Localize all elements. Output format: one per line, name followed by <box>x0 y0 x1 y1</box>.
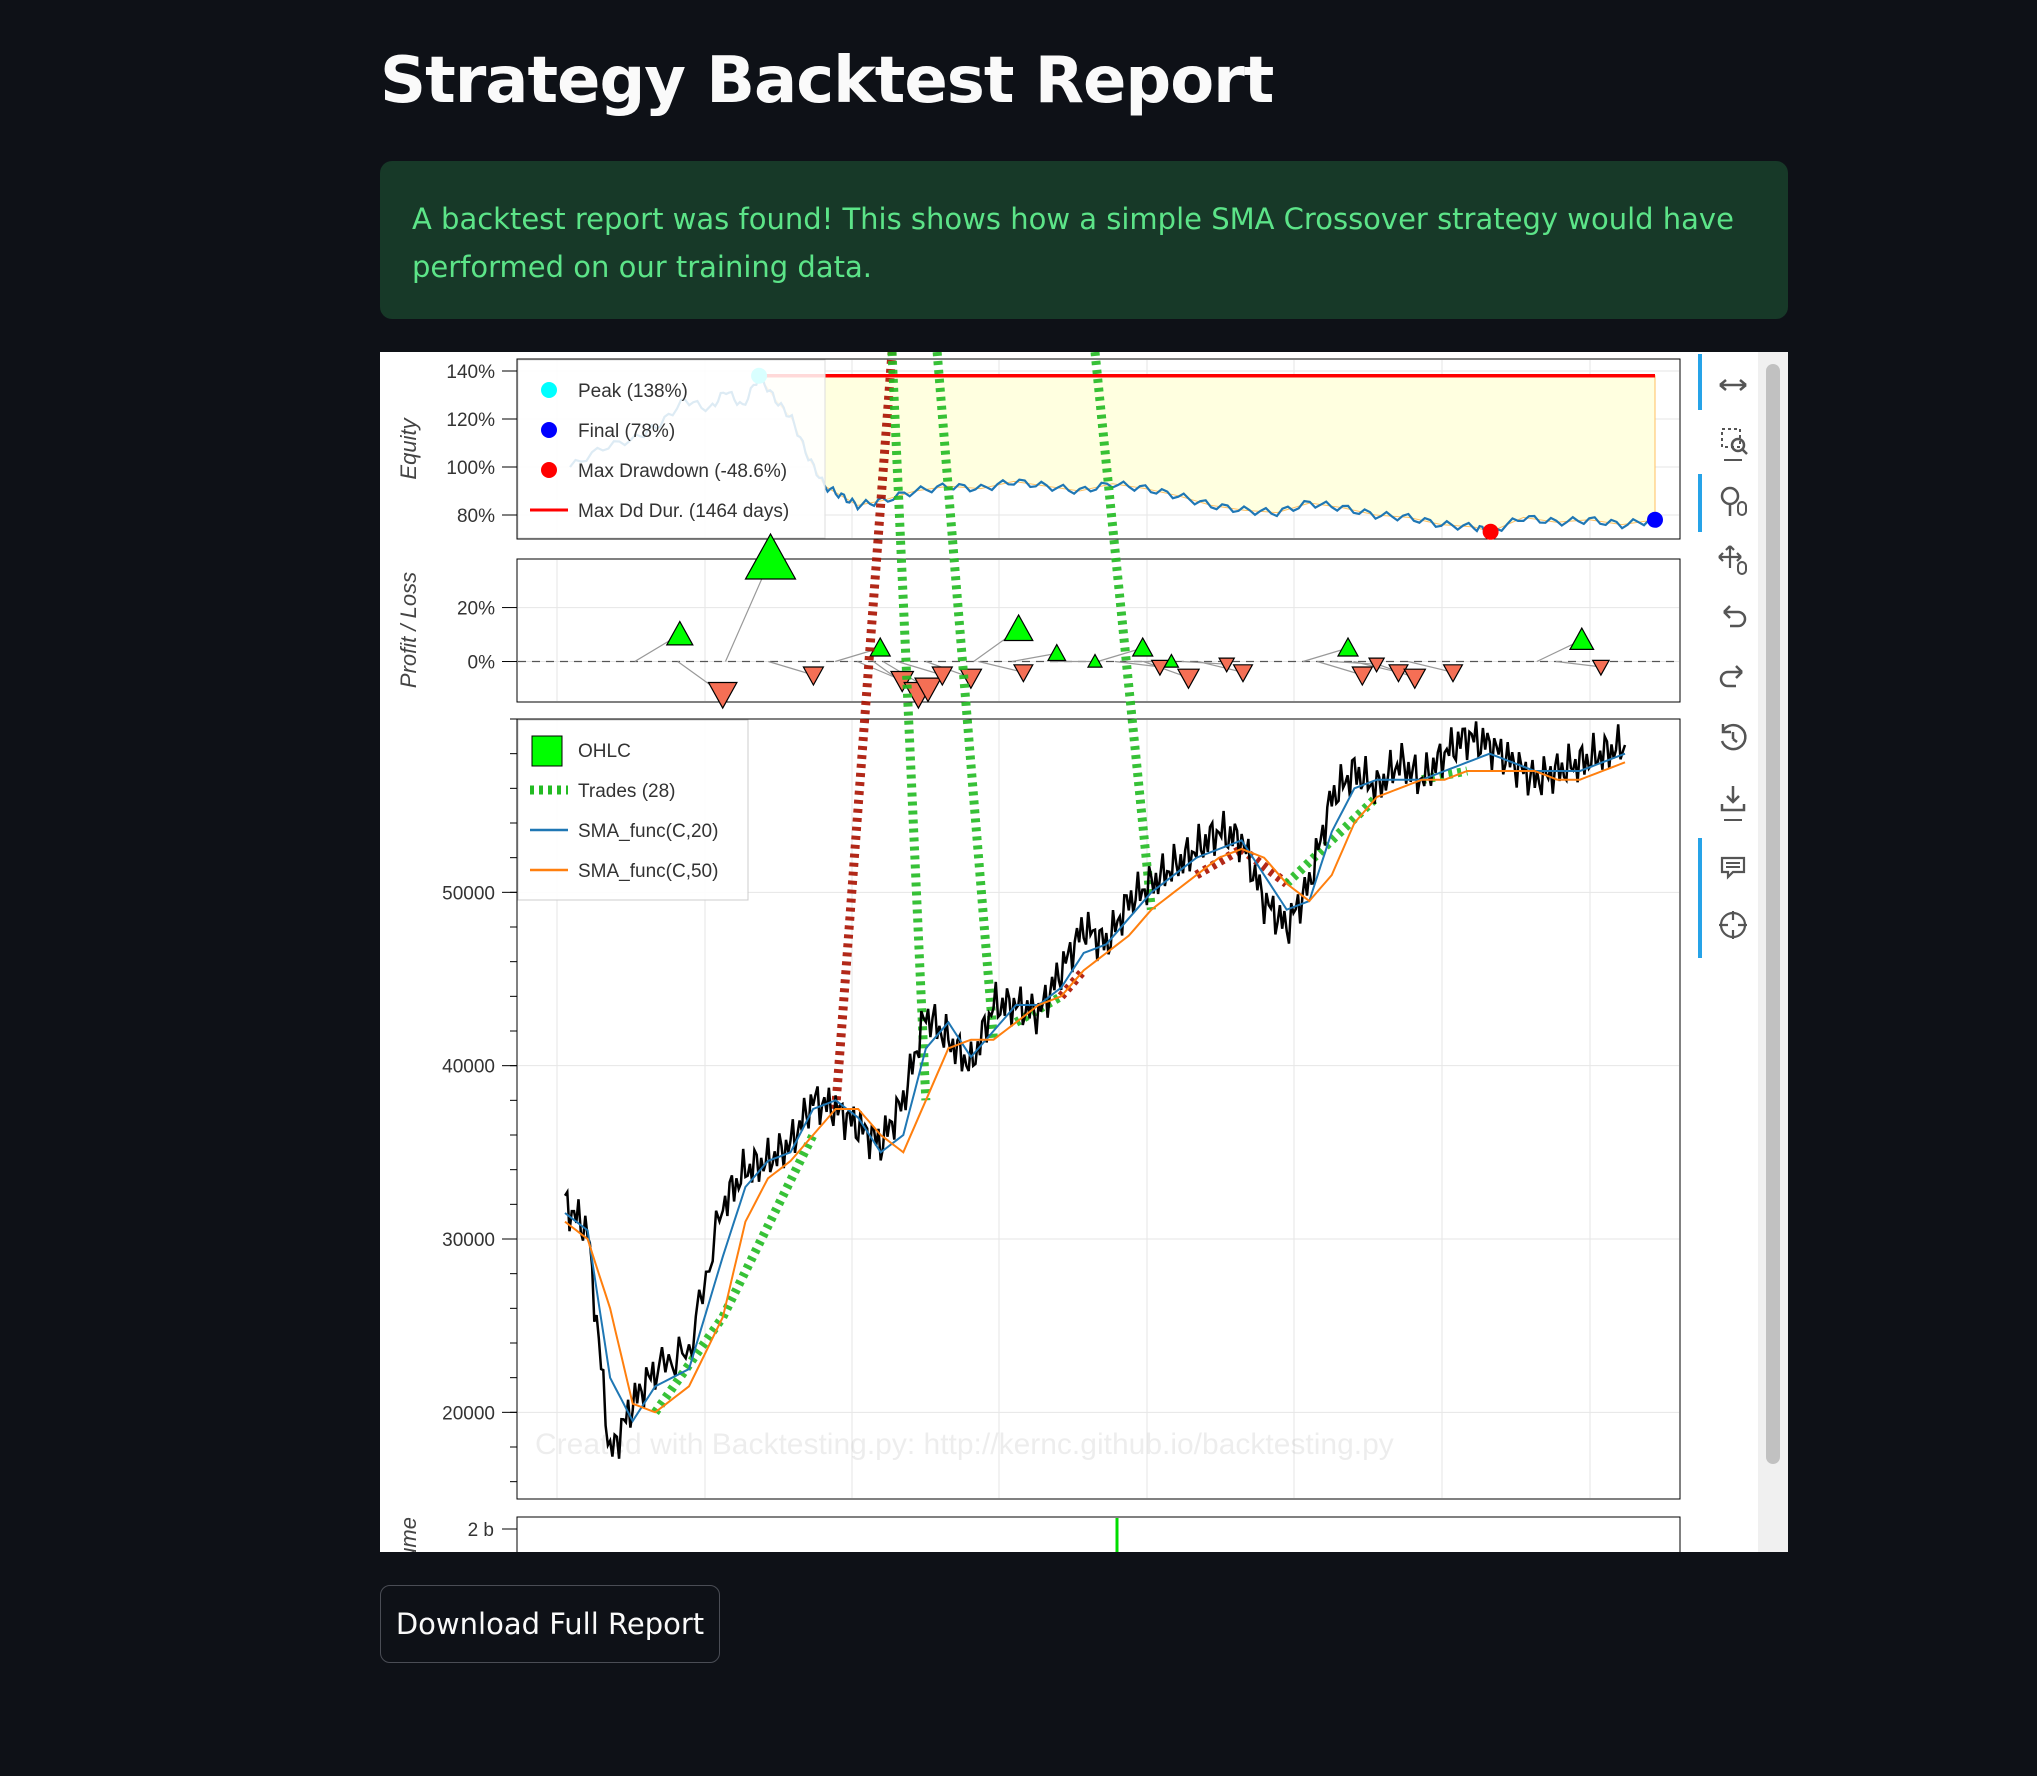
price-tick-label: 20000 <box>442 1403 495 1424</box>
success-alert: A backtest report was found! This shows … <box>380 161 1788 319</box>
equity-tick-label: 100% <box>446 458 495 479</box>
equity-panel: 80% 100% 120% 140% Equity Peak (138%) Final… <box>396 358 1681 540</box>
pl-panel: 0% 20% Profit / Loss <box>396 532 1681 710</box>
pl-tick-label: 0% <box>468 653 496 674</box>
backtest-chart[interactable]: 80% 100% 120% 140% Equity Peak (138%) Final… <box>380 352 1698 1552</box>
legend-dd-duration: Max Dd Dur. (1464 days) <box>578 501 789 522</box>
price-tick-label: 30000 <box>442 1230 495 1251</box>
max-drawdown-marker <box>1482 523 1499 540</box>
backtest-chart-frame: 80% 100% 120% 140% Equity Peak (138%) Final… <box>380 352 1788 1552</box>
iframe-scrollbar-thumb[interactable] <box>1766 364 1780 1464</box>
equity-tick-label: 140% <box>446 362 495 383</box>
price-tick-label: 40000 <box>442 1057 495 1078</box>
download-report-button[interactable]: Download Full Report <box>380 1585 720 1663</box>
legend-sma20: SMA_func(C,20) <box>578 821 718 842</box>
price-legend: OHLC Trades (28) SMA_func(C,20) SMA_func… <box>517 719 749 901</box>
legend-ohlc: OHLC <box>578 741 631 762</box>
watermark: Created with Backtesting.py: http://kern… <box>535 1428 1394 1461</box>
legend-ohlc-swatch <box>531 735 563 767</box>
alert-text: A backtest report was found! This shows … <box>412 202 1734 284</box>
volume-panel: 2 b Volume <box>396 1516 1681 1552</box>
legend-sma50: SMA_func(C,50) <box>578 861 718 882</box>
price-tick-label: 50000 <box>442 883 495 904</box>
final-marker <box>1647 511 1663 528</box>
volume-ytick: 2 b <box>468 1520 494 1541</box>
legend-maxdd-swatch <box>541 462 557 478</box>
trade-marker <box>744 532 797 580</box>
equity-tick-label: 80% <box>457 506 495 527</box>
legend-trades: Trades (28) <box>578 781 676 802</box>
equity-axis-label: Equity <box>396 416 421 479</box>
equity-tick-label: 120% <box>446 410 495 431</box>
pl-tick-label: 20% <box>457 599 495 620</box>
volume-axis-label: Volume <box>396 1517 421 1552</box>
legend-maxdd: Max Drawdown (-48.6%) <box>578 461 787 482</box>
equity-legend: Peak (138%) Final (78%) Max Drawdown (-4… <box>517 359 826 539</box>
legend-peak-swatch <box>541 382 557 398</box>
legend-peak: Peak (138%) <box>578 381 688 402</box>
legend-final: Final (78%) <box>578 421 675 442</box>
volume-plot-frame <box>516 1516 1681 1552</box>
page-title: Strategy Backtest Report <box>380 44 1274 118</box>
pl-plot-frame <box>516 558 1681 703</box>
pl-axis-label: Profit / Loss <box>396 572 421 688</box>
legend-final-swatch <box>541 422 557 438</box>
